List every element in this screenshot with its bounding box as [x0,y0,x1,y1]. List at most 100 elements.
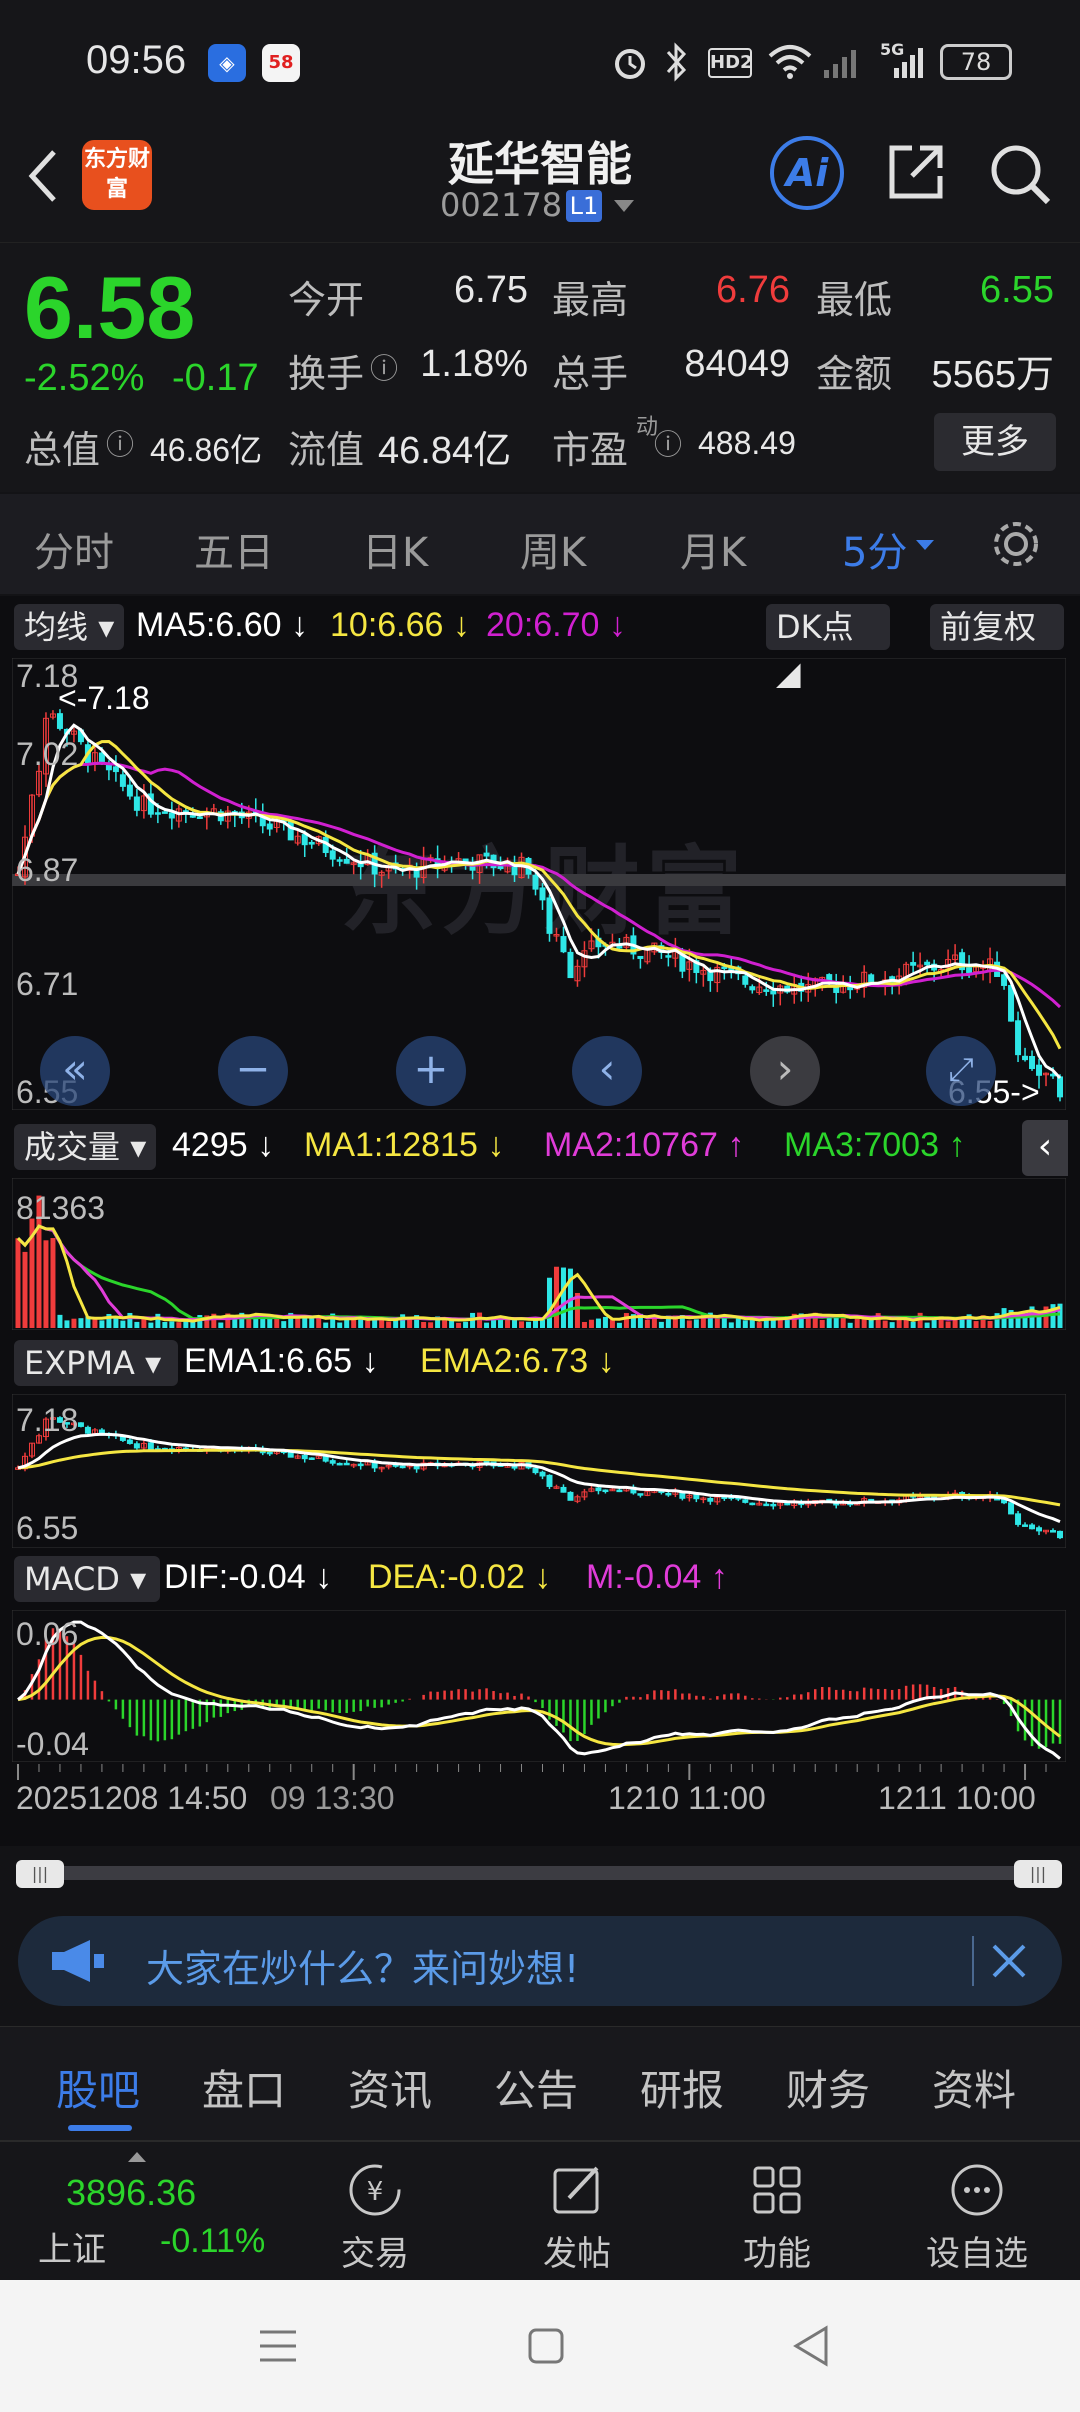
level-badge[interactable]: L1 [566,190,602,222]
kline-chart-area[interactable]: 均线 ▾ MA5:6.60 ↓ 10:6.66 ↓ 20:6.70 ↓ DK点 … [0,596,1080,1846]
dropdown-triangle-icon[interactable] [614,200,634,214]
volume-label: 总手 [552,352,629,396]
candlestick-chart[interactable] [12,658,1066,1110]
tab-news[interactable]: 资讯 [348,2057,432,2118]
candle-body [763,989,770,992]
tab-weekly-k[interactable]: 周K [520,520,586,578]
volume-bar [693,1319,699,1328]
candle-body [329,850,336,860]
grid-icon [753,2166,801,2214]
ask-banner[interactable]: 大家在炒什么？来问妙想! [18,1916,1062,2006]
volume-bar [449,1320,455,1328]
index-name[interactable]: 上证 [38,2222,106,2271]
dif-line [17,1620,1061,1760]
scroll-left-fast-button[interactable]: « [40,1036,110,1106]
tab-forum[interactable]: 股吧 [56,2057,140,2118]
candle-body [1050,1530,1057,1533]
trade-button[interactable]: ¥ 交易 [310,2160,440,2275]
volume-bar [281,1321,287,1328]
more-button[interactable]: 更多 [934,413,1056,471]
post-button[interactable]: 发帖 [512,2160,642,2275]
tab-profile[interactable]: 资料 [932,2057,1016,2118]
bottom-toolbar: 3896.36 上证 -0.11% ¥ 交易 发帖 功能 设自选 [0,2140,1080,2280]
volume-selector[interactable]: 成交量 ▾ [14,1124,157,1170]
volume-bar [945,1321,951,1328]
gear-icon[interactable] [988,516,1044,572]
tab-order-book[interactable]: 盘口 [202,2057,286,2118]
open-value: 6.75 [454,269,528,311]
dif-label: DIF:-0.04 ↓ [164,1558,333,1596]
stock-code[interactable]: 002178 [440,186,562,224]
candle-body [1008,1502,1015,1515]
home-icon[interactable] [526,2326,566,2366]
ma10-label: 10:6.66 ↓ [330,606,470,644]
volume-chart[interactable] [12,1178,1066,1330]
price-axis-tick: 6.87 [16,852,79,888]
range-slider-right-handle[interactable]: ||| [1014,1860,1062,1888]
info-icon[interactable]: ⓘ [370,347,398,387]
info-icon[interactable]: ⓘ [106,423,134,463]
volume-bar [50,1238,56,1328]
tab-5min[interactable]: 5分 [842,520,907,578]
adjust-button[interactable]: 前复权 [930,604,1064,650]
index-value[interactable]: 3896.36 [66,2172,196,2214]
candle-body [1015,1513,1022,1525]
zoom-out-button[interactable]: − [218,1036,288,1106]
zoom-in-button[interactable]: + [396,1036,466,1106]
index-change[interactable]: -0.11% [160,2222,265,2261]
volume-bar [358,1318,364,1328]
volume-bar [218,1322,224,1328]
ai-assistant-button[interactable]: Ai [770,136,844,210]
candle-body [154,812,161,815]
collapse-panel-button[interactable]: ‹ [1022,1120,1068,1176]
ask-banner-text[interactable]: 大家在炒什么？来问妙想! [146,1938,579,1993]
notification-app-icon: ◈ [208,44,246,82]
functions-button[interactable]: 功能 [712,2160,842,2275]
share-icon[interactable] [884,140,948,204]
tab-monthly-k[interactable]: 月K [680,520,746,578]
ma5-line [16,723,1062,1080]
back-icon[interactable] [790,2324,830,2368]
volume-bar [456,1322,462,1328]
chevron-down-icon[interactable] [916,540,934,552]
menu-icon[interactable] [256,2326,300,2366]
scroll-left-button[interactable]: ‹ [572,1036,642,1106]
tab-research[interactable]: 研报 [640,2057,724,2118]
macd-chart[interactable] [12,1610,1066,1762]
ma-selector[interactable]: 均线 ▾ [14,604,125,650]
range-slider-left-handle[interactable]: ||| [16,1860,64,1888]
stock-header: 东方财富 延华智能 002178 L1 Ai [0,120,1080,242]
candle-body [532,874,539,890]
volume-value: 84049 [684,343,790,385]
info-icon[interactable]: ⓘ [654,423,682,463]
wifi-icon [768,45,812,79]
add-watchlist-button[interactable]: 设自选 [912,2160,1042,2275]
tab-financials[interactable]: 财务 [786,2057,870,2118]
candle-body [343,858,350,864]
alarm-icon [615,49,645,79]
vol-ma3-label: MA3:7003 ↑ [784,1126,966,1164]
tab-five-day[interactable]: 五日 [194,520,274,578]
expma-chart[interactable] [12,1394,1066,1548]
candle-body [329,1460,336,1464]
tab-announcements[interactable]: 公告 [494,2057,578,2118]
volume-bar [183,1321,189,1328]
candle-body [168,812,175,819]
chevron-up-icon[interactable] [128,2152,146,2162]
tab-intraday[interactable]: 分时 [34,520,114,578]
scroll-right-button[interactable]: › [750,1036,820,1106]
close-icon[interactable] [988,1940,1030,1982]
fullscreen-button[interactable]: ⤢ [926,1036,996,1106]
range-slider-track[interactable] [16,1866,1062,1880]
expma-selector[interactable]: EXPMA ▾ [14,1340,178,1386]
volume-bar [337,1322,343,1328]
vol-ma1-label: MA1:12815 ↓ [304,1126,505,1164]
tab-daily-k[interactable]: 日K [362,520,428,578]
volume-bar [428,1322,434,1328]
candle-body [84,1426,91,1434]
edit-icon [553,2166,599,2214]
search-icon[interactable] [986,140,1054,208]
macd-selector[interactable]: MACD ▾ [14,1556,160,1602]
volume-bar [267,1318,273,1328]
dk-point-button[interactable]: DK点 ◢ [766,604,890,692]
